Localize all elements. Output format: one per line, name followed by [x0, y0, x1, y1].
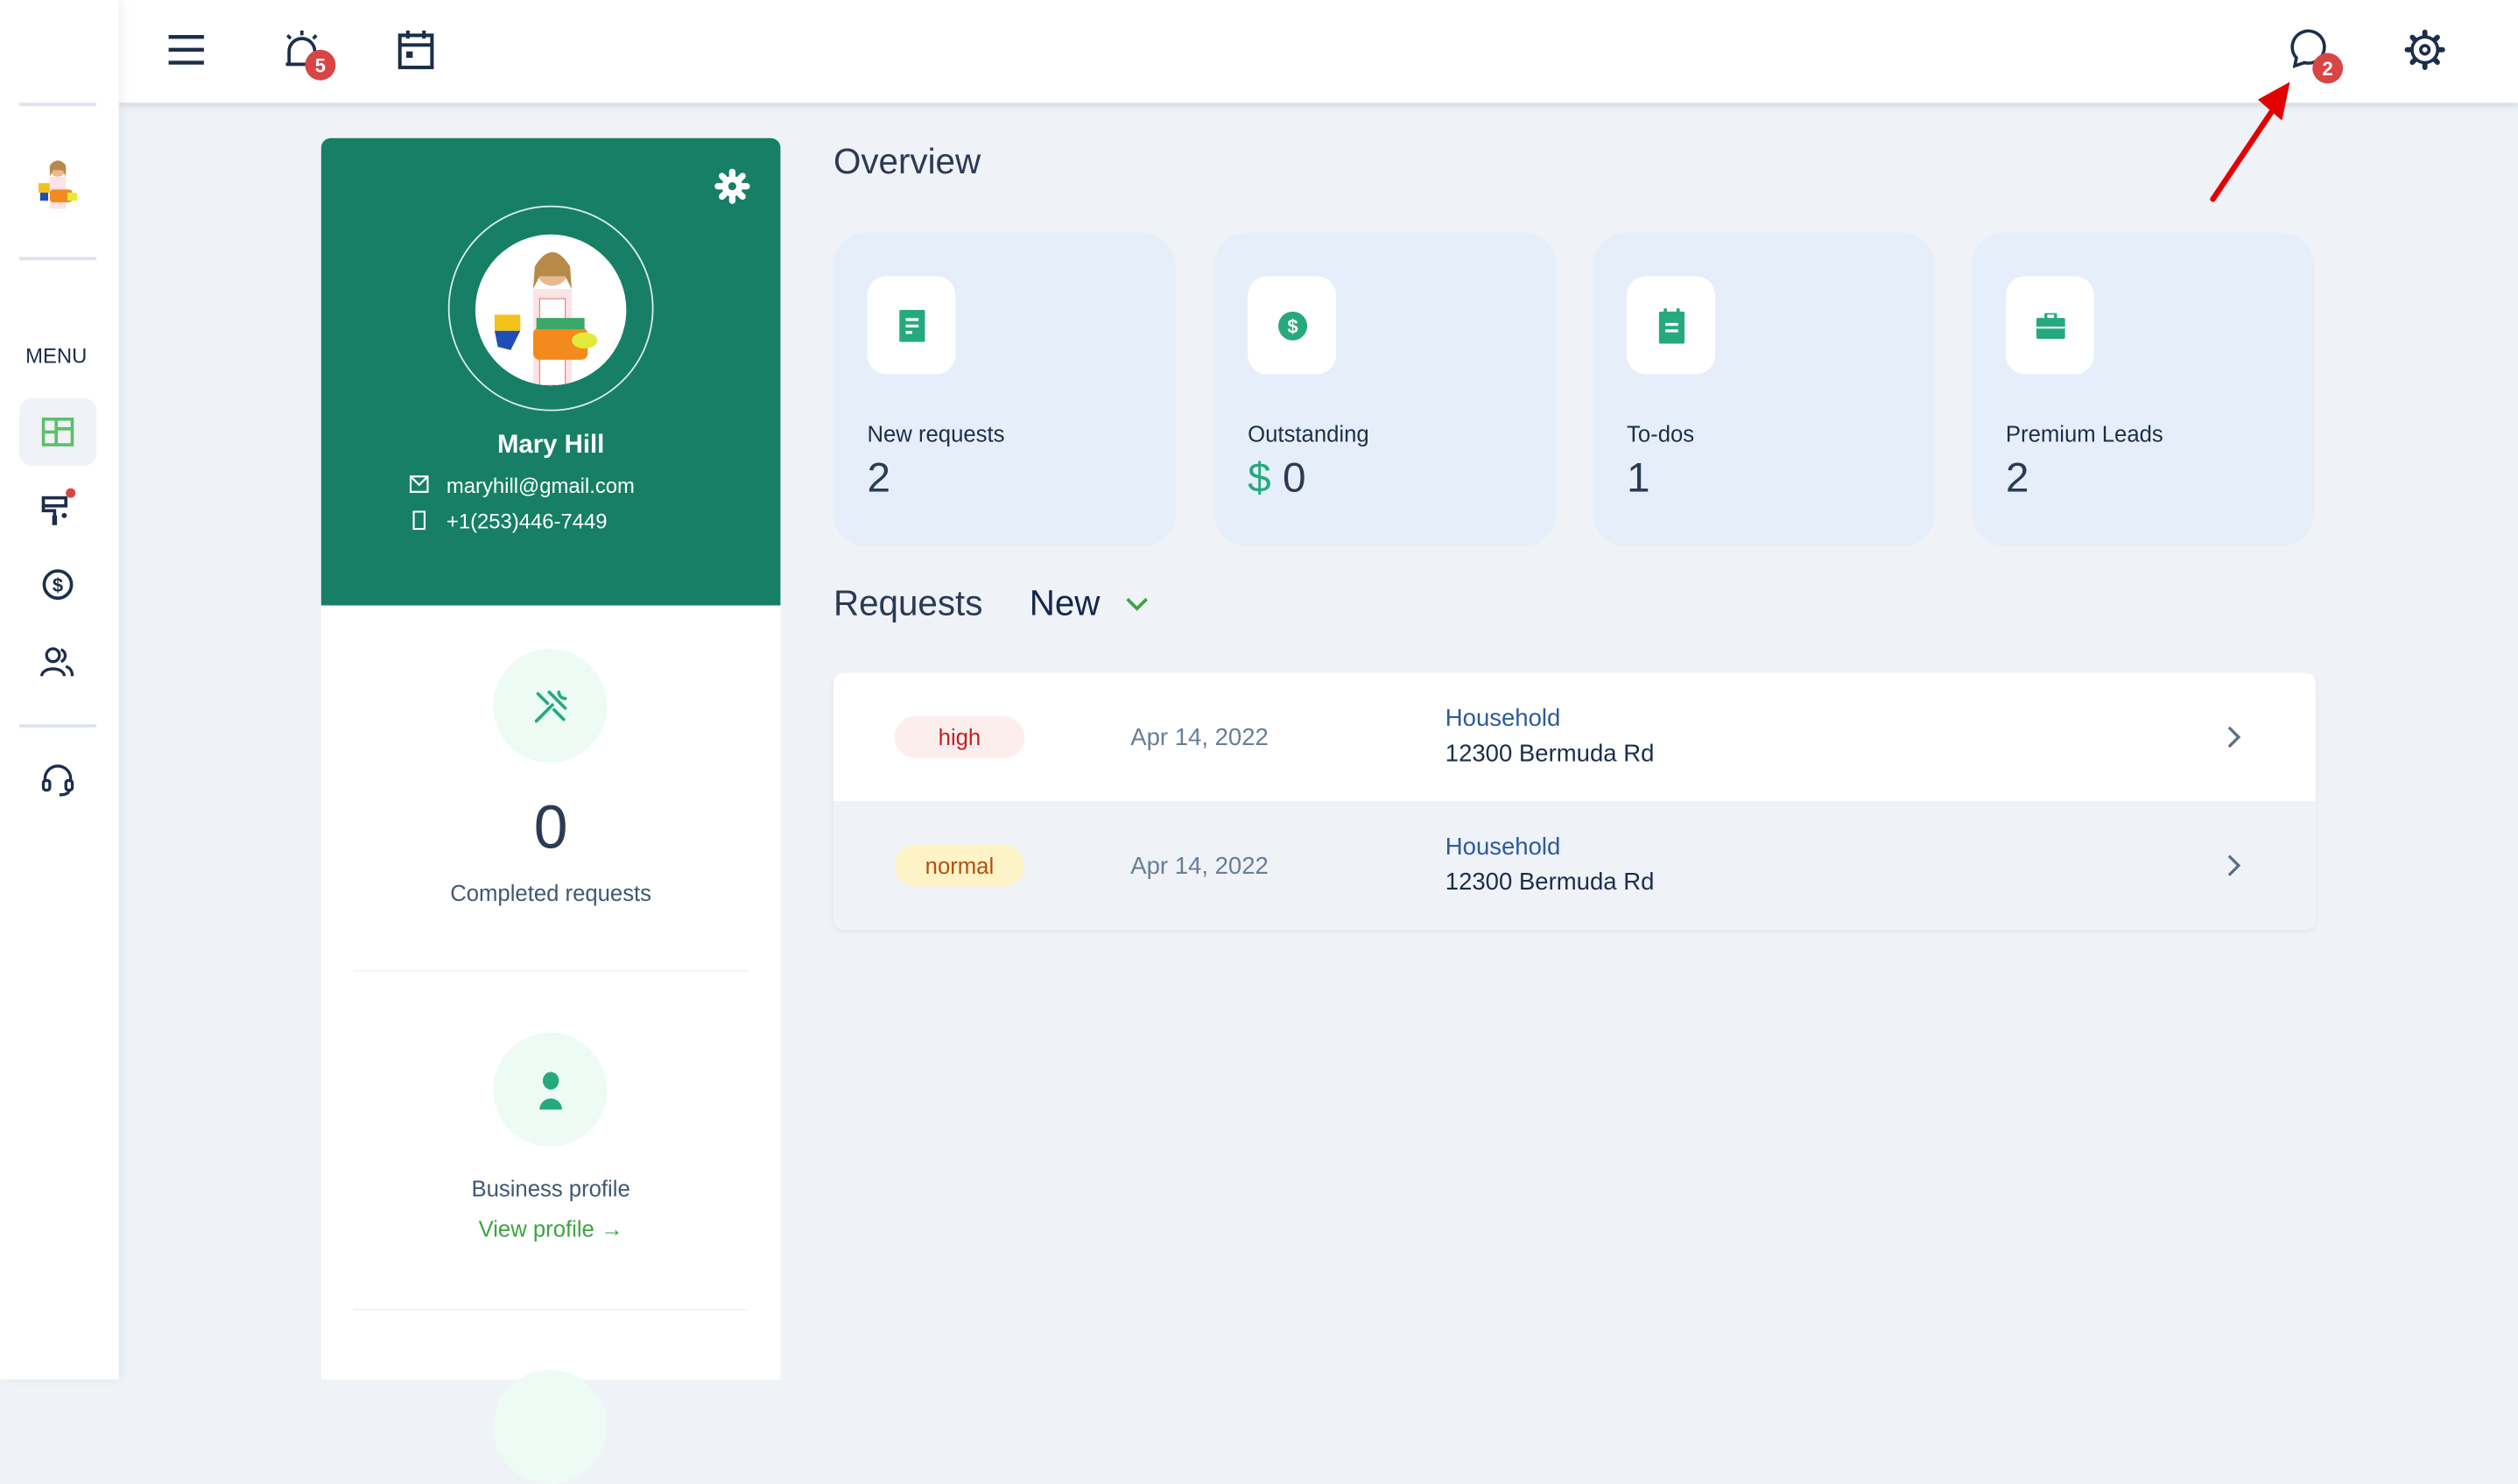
divider	[19, 102, 97, 107]
profile-email[interactable]: maryhill@gmail.com	[447, 474, 635, 498]
alarm-button[interactable]: 5	[275, 23, 336, 81]
dollar-icon: $	[1277, 310, 1307, 340]
priority-badge: normal	[894, 844, 1025, 887]
table-row[interactable]: normal Apr 14, 2022 Household 12300 Berm…	[833, 801, 2316, 931]
profile-name: Mary Hill	[496, 432, 605, 460]
sidebar: MENU $	[0, 0, 119, 1380]
dollar-circle-icon: $	[42, 569, 74, 601]
card-outstanding[interactable]: $ Outstanding $ 0	[1213, 232, 1557, 546]
menu-label: MENU	[25, 343, 88, 369]
business-profile-label: Business profile	[471, 1175, 630, 1201]
sidebar-item-customers[interactable]	[19, 628, 96, 695]
completed-icon-circle	[493, 649, 608, 763]
sidebar-item-services[interactable]	[19, 474, 96, 541]
calendar-icon	[397, 30, 434, 70]
sidebar-avatar[interactable]	[35, 158, 80, 215]
sidebar-item-dashboard[interactable]	[19, 397, 97, 466]
settings-button[interactable]	[2397, 23, 2451, 77]
briefcase-icon	[2035, 312, 2064, 339]
table-row[interactable]: high Apr 14, 2022 Household 12300 Bermud…	[833, 672, 2316, 802]
request-date: Apr 14, 2022	[1130, 852, 1269, 880]
top-bar: 5 2	[118, 0, 2518, 103]
requests-filter-dropdown[interactable]: New	[1030, 583, 1149, 625]
icon-circle	[493, 1369, 608, 1484]
sidebar-item-support[interactable]	[19, 747, 96, 814]
tools-icon	[533, 689, 566, 722]
document-icon	[898, 309, 925, 341]
card-value: 2	[867, 453, 891, 502]
card-value: 2	[2005, 453, 2029, 502]
request-category: Household	[1445, 705, 1561, 733]
completed-label: Completed requests	[450, 880, 652, 906]
request-category: Household	[1445, 833, 1561, 862]
business-icon-circle	[493, 1032, 608, 1147]
profile-card: Mary Hill maryhill@gmail.com +1(253)446-…	[320, 137, 781, 606]
svg-text:$: $	[53, 574, 63, 596]
divider	[19, 257, 97, 261]
requests-title: Requests	[833, 582, 983, 623]
annotation-arrow	[2210, 81, 2290, 202]
chevron-down-icon	[1126, 596, 1148, 610]
divider	[353, 969, 749, 972]
card-todos[interactable]: To-dos 1	[1593, 232, 1936, 546]
divider	[353, 1308, 749, 1311]
request-address: 12300 Bermuda Rd	[1445, 869, 1655, 897]
svg-text:$: $	[1286, 315, 1297, 337]
gear-icon	[714, 168, 750, 204]
priority-badge: high	[894, 716, 1025, 758]
users-icon	[40, 647, 74, 677]
card-label: To-dos	[1627, 420, 1695, 447]
card-value: 0	[1282, 453, 1306, 502]
profile-phone[interactable]: +1(253)446-7449	[447, 509, 608, 533]
card-value: 1	[1627, 453, 1650, 502]
mail-icon	[409, 475, 429, 493]
request-address: 12300 Bermuda Rd	[1445, 740, 1655, 768]
divider	[19, 724, 97, 728]
requests-table: high Apr 14, 2022 Household 12300 Bermud…	[833, 672, 2316, 931]
user-icon	[538, 1071, 562, 1109]
card-premium-leads[interactable]: Premium Leads 2	[1972, 232, 2315, 546]
filter-value: New	[1029, 582, 1101, 623]
chevron-right-icon[interactable]	[2218, 721, 2250, 754]
card-label: Premium Leads	[2005, 420, 2163, 447]
view-profile-link[interactable]: View profile →	[321, 1215, 781, 1241]
phone-icon	[412, 510, 426, 531]
request-date: Apr 14, 2022	[1130, 723, 1269, 751]
card-label: New requests	[867, 420, 1005, 447]
avatar[interactable]	[475, 234, 627, 386]
messages-badge: 2	[2312, 53, 2344, 84]
alarm-badge: 5	[305, 49, 336, 81]
chevron-right-icon[interactable]	[2218, 849, 2250, 882]
profile-settings-button[interactable]	[714, 168, 750, 213]
profile-stats-panel: 0 Completed requests Business profile Vi…	[320, 605, 781, 1484]
menu-toggle-button[interactable]	[159, 23, 214, 77]
messages-button[interactable]: 2	[2282, 23, 2344, 84]
gear-icon	[2404, 29, 2445, 70]
dashboard-icon	[41, 417, 74, 447]
calendar-button[interactable]	[389, 23, 443, 77]
card-new-requests[interactable]: New requests 2	[833, 232, 1176, 546]
hamburger-icon	[168, 34, 204, 65]
currency-symbol: $	[1248, 453, 1271, 502]
card-label: Outstanding	[1248, 420, 1369, 447]
overview-title: Overview	[833, 141, 981, 182]
completed-count: 0	[533, 794, 568, 862]
headset-icon	[41, 764, 74, 797]
sidebar-item-payments[interactable]: $	[19, 551, 96, 618]
clipboard-icon	[1657, 307, 1685, 343]
paint-roller-icon	[41, 488, 76, 525]
